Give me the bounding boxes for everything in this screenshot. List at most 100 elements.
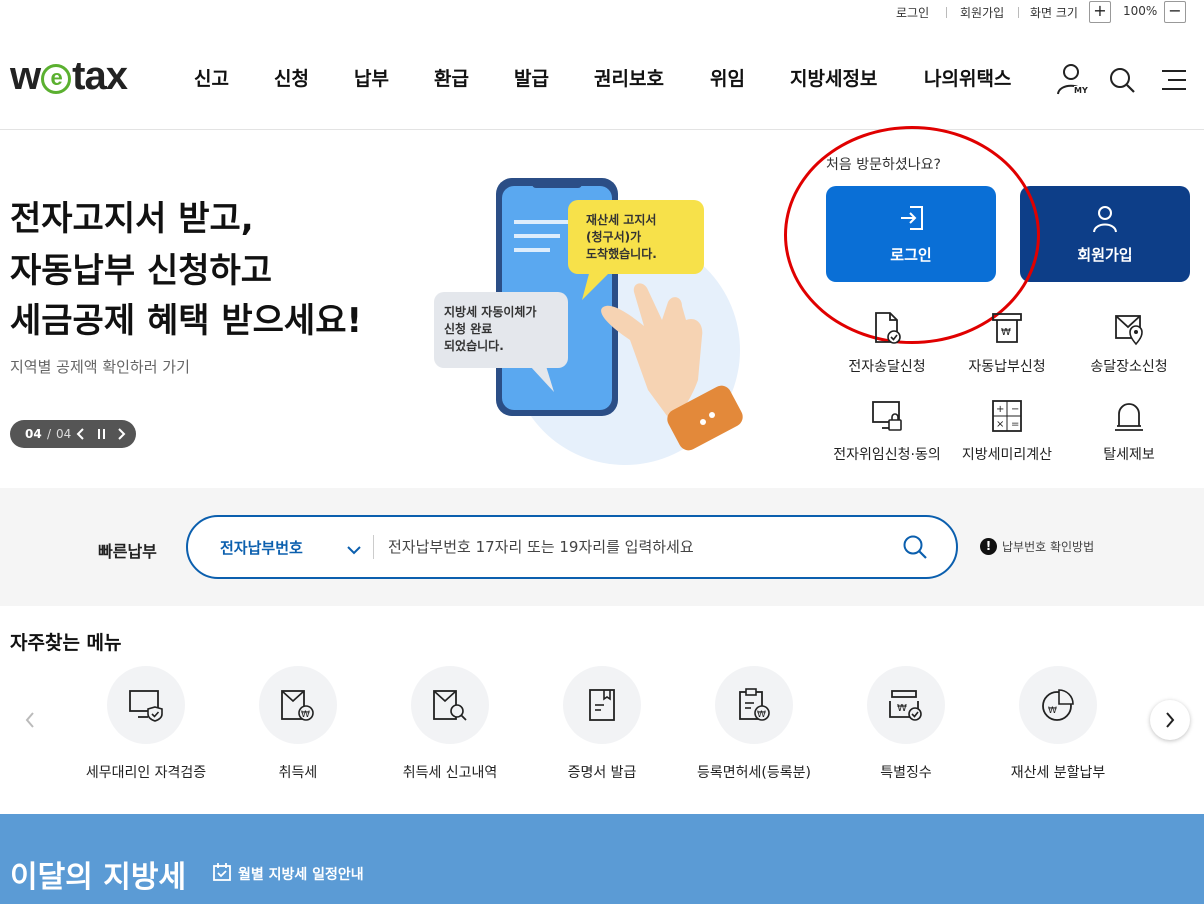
logo-text: tax	[72, 54, 128, 98]
wetax-logo[interactable]: w e tax	[10, 54, 128, 100]
nav-report[interactable]: 신고	[194, 64, 229, 91]
freq-item-label: 증명서 발급	[567, 765, 637, 781]
payment-number-help-link[interactable]: 납부번호 확인방법	[1002, 538, 1094, 555]
calculator-icon: + − × =	[992, 400, 1022, 432]
hero-subtitle-link[interactable]: 지역별 공제액 확인하러 가기	[10, 356, 190, 377]
svg-text:×: ×	[996, 419, 1004, 430]
payment-type-select[interactable]: 전자납부번호	[220, 537, 303, 558]
freq-icon-bg	[411, 666, 489, 744]
svg-text:+: +	[996, 404, 1004, 415]
nav-apply[interactable]: 신청	[274, 64, 309, 91]
nav-payment[interactable]: 납부	[354, 64, 389, 91]
signup-button-label: 회원가입	[1077, 246, 1133, 264]
quick-pay-title: 빠른납부	[98, 542, 157, 561]
zoom-in-button[interactable]: +	[1089, 1, 1111, 23]
search-icon[interactable]	[1108, 66, 1136, 94]
certificate-icon	[589, 689, 615, 721]
document-check-icon	[875, 312, 901, 344]
siren-icon	[1115, 403, 1143, 431]
freq-item-registration-tax[interactable]: ₩ 등록면허세(등록분)	[679, 666, 829, 782]
monthly-title: 이달의 지방세	[10, 860, 187, 895]
header: w e tax 신고 신청 납부 환급 발급 권리보호 위임 지방세정보 나의위택스…	[0, 40, 1204, 130]
bubble-text: 지방세 자동이체가	[444, 305, 537, 319]
divider	[1018, 7, 1019, 18]
bubble-tax-bill: 재산세 고지서 (청구서)가 도착했습니다.	[586, 212, 657, 263]
my-page-icon[interactable]: MY	[1056, 62, 1090, 98]
e-delegation-item[interactable]: 전자위임신청·동의	[822, 398, 952, 464]
nav-issue[interactable]: 발급	[514, 64, 549, 91]
zoom-out-button[interactable]: −	[1164, 1, 1186, 23]
item-label: 전자위임신청·동의	[833, 447, 941, 463]
divider	[946, 7, 947, 18]
banner-pager: 04 / 04	[10, 420, 136, 448]
item-label: 송달장소신청	[1090, 359, 1168, 375]
pager-sep: /	[47, 427, 52, 441]
item-label: 자동납부신청	[968, 359, 1046, 375]
special-collection-icon: ₩	[889, 690, 922, 721]
bubble-text: 도착했습니다.	[586, 247, 657, 261]
zoom-value: 100%	[1123, 4, 1158, 18]
nav-my-wetax[interactable]: 나의위택스	[924, 64, 1011, 91]
freq-item-certificate[interactable]: 증명서 발급	[527, 666, 677, 782]
monitor-lock-icon	[872, 401, 902, 431]
hero-title-line1: 전자고지서 받고,	[10, 199, 254, 239]
auto-pay-apply-item[interactable]: ₩ 자동납부신청	[942, 310, 1072, 376]
carousel-prev-button[interactable]	[10, 700, 50, 740]
svg-text:−: −	[1011, 404, 1019, 415]
chevron-right-icon	[1166, 712, 1175, 728]
freq-item-acquisition-tax[interactable]: ₩ 취득세	[223, 666, 373, 782]
nav-rights[interactable]: 권리보호	[594, 64, 664, 91]
freq-item-special-collection[interactable]: ₩ 특별징수	[831, 666, 981, 782]
menu-icon[interactable]	[1160, 66, 1188, 94]
hero-title-line2: 자동납부 신청하고	[10, 251, 273, 291]
utility-bar: 로그인 회원가입 화면 크기 + 100% −	[0, 0, 1204, 26]
freq-icon-bg	[107, 666, 185, 744]
e-delivery-apply-item[interactable]: 전자송달신청	[822, 310, 952, 376]
pager-total: 04	[56, 427, 72, 441]
chevron-down-icon[interactable]	[346, 541, 362, 555]
bubble-text: 신청 완료	[444, 322, 493, 336]
tax-calculator-item[interactable]: + − × = 지방세미리계산	[942, 398, 1072, 464]
freq-item-property-tax-installment[interactable]: ₩ 재산세 분할납부	[983, 666, 1133, 782]
carousel-next-button[interactable]	[1150, 700, 1190, 740]
search-icon[interactable]	[902, 534, 928, 560]
svg-text:₩: ₩	[1001, 327, 1011, 338]
monthly-schedule-link[interactable]: 월별 지방세 일정안내	[238, 864, 364, 884]
nav-delegation[interactable]: 위임	[710, 64, 745, 91]
tax-search-icon	[433, 690, 467, 721]
quick-pay-box: 전자납부번호	[186, 515, 958, 579]
svg-text:₩: ₩	[897, 703, 907, 714]
freq-item-label: 특별징수	[880, 765, 932, 781]
pie-chart-icon: ₩	[1042, 689, 1074, 721]
item-label: 전자송달신청	[848, 359, 926, 375]
freq-icon-bg: ₩	[715, 666, 793, 744]
freq-item-agent-verify[interactable]: 세무대리인 자격검증	[71, 666, 221, 782]
logo-text: w	[10, 54, 41, 98]
svg-text:₩: ₩	[1048, 706, 1057, 716]
monthly-local-tax-section: 이달의 지방세 월별 지방세 일정안내	[0, 814, 1204, 904]
freq-item-label: 재산세 분할납부	[1010, 765, 1106, 781]
frequent-menu-title: 자주찾는 메뉴	[10, 632, 122, 654]
bubble-auto-transfer: 지방세 자동이체가 신청 완료 되었습니다.	[444, 304, 537, 355]
delivery-address-apply-item[interactable]: 송달장소신청	[1064, 310, 1194, 376]
bubble-text: (청구서)가	[586, 230, 642, 244]
freq-item-label: 등록면허세(등록분)	[697, 765, 811, 781]
nav-refund[interactable]: 환급	[434, 64, 469, 91]
bubble-text: 재산세 고지서	[586, 213, 657, 227]
item-label: 탈세제보	[1103, 447, 1155, 463]
util-signup-link[interactable]: 회원가입	[960, 4, 1004, 21]
pager-next-icon[interactable]	[116, 427, 126, 441]
util-login-link[interactable]: 로그인	[896, 4, 929, 21]
freq-item-acquisition-history[interactable]: 취득세 신고내역	[375, 666, 525, 782]
signup-button[interactable]: 회원가입	[1020, 186, 1190, 282]
bubble-text: 되었습니다.	[444, 339, 504, 353]
svg-text:=: =	[1011, 419, 1019, 430]
tax-evasion-report-item[interactable]: 탈세제보	[1064, 398, 1194, 464]
hero-title-line3: 세금공제 혜택 받으세요!	[10, 301, 362, 341]
registration-tax-icon: ₩	[739, 688, 770, 721]
acquisition-tax-icon: ₩	[281, 690, 314, 721]
pager-pause-icon[interactable]	[96, 427, 106, 441]
payment-number-input[interactable]	[388, 529, 868, 565]
nav-local-tax-info[interactable]: 지방세정보	[790, 64, 877, 91]
pager-prev-icon[interactable]	[76, 427, 86, 441]
